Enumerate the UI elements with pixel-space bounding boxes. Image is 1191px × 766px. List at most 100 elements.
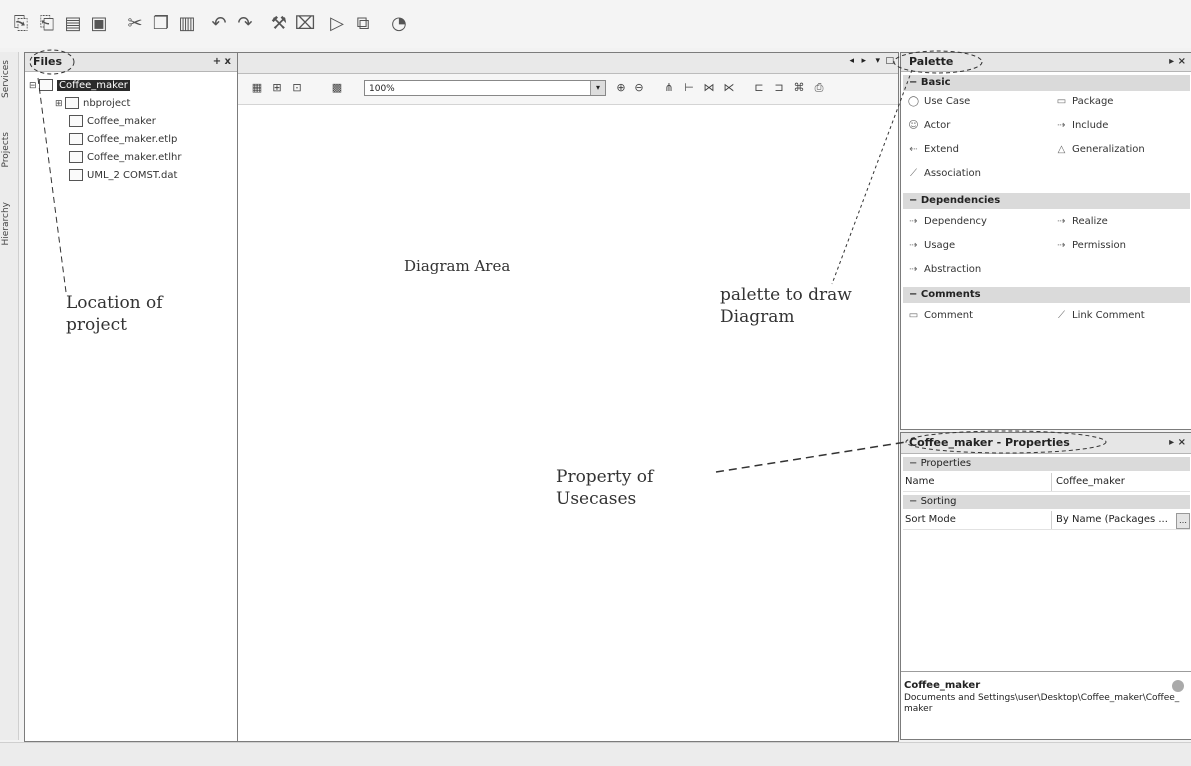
diagram-canvas[interactable] xyxy=(238,105,898,741)
property-description: Coffee_maker Documents and Settings\user… xyxy=(901,671,1191,717)
palette-menu-icon[interactable]: ▸ × xyxy=(1169,53,1186,71)
data-file-icon xyxy=(69,169,83,181)
realize-icon: ⇢ xyxy=(1057,215,1066,227)
palette-item-label: Use Case xyxy=(924,96,971,107)
annotation-text: Property of xyxy=(556,467,654,487)
palette-item-abstraction[interactable]: ⇢ Abstraction xyxy=(907,263,981,277)
scroll-tabs-left-icon[interactable]: ◂ xyxy=(849,56,854,66)
palette-item-label: Usage xyxy=(924,240,956,251)
palette-item-extend[interactable]: ⇠ Extend xyxy=(907,143,959,157)
pan-icon[interactable]: ⊞ xyxy=(270,81,284,95)
properties-menu-icon[interactable]: ▸ × xyxy=(1169,433,1186,453)
palette-item-use-case[interactable]: ◯ Use Case xyxy=(907,95,970,109)
property-value[interactable]: Coffee_maker xyxy=(1051,473,1190,491)
files-panel-title[interactable]: Files xyxy=(33,55,62,68)
undo-icon[interactable]: ↶ xyxy=(208,14,230,34)
diagram-editor: ◂ ▸ ▾ □ ▦ ⊞ ⊡ ▩ 100% ▾ ⊕ ⊖ ⋔ ⊢ ⋈ ⋉ ⊏ ⊐ ⌘… xyxy=(237,52,899,742)
redo-icon[interactable]: ↷ xyxy=(234,14,256,34)
palette-item-actor[interactable]: ☺ Actor xyxy=(907,119,950,133)
tree-item-diagram[interactable]: Coffee_maker xyxy=(69,115,156,129)
zoom-out-icon[interactable]: ⊖ xyxy=(632,81,646,95)
tree-item-nbproject[interactable]: ⊞ nbproject xyxy=(55,97,130,111)
layout-incremental-icon[interactable]: ⋉ xyxy=(722,81,736,95)
palette-item-package[interactable]: ▭ Package xyxy=(1055,95,1114,109)
zoom-in-icon[interactable]: ⊕ xyxy=(614,81,628,95)
profile-icon[interactable]: ◔ xyxy=(388,14,410,34)
property-row-sort-mode[interactable]: Sort Mode By Name (Packages ... … xyxy=(903,511,1190,530)
cut-icon[interactable]: ✂ xyxy=(124,14,146,34)
tree-item-label: Coffee_maker.etlhr xyxy=(87,152,182,163)
properties-section[interactable]: − Properties xyxy=(903,457,1190,471)
sorting-section[interactable]: − Sorting xyxy=(903,495,1190,509)
palette-item-comment[interactable]: ▭ Comment xyxy=(907,309,973,323)
tree-item-dat[interactable]: UML_2 COMST.dat xyxy=(69,169,177,183)
layout-orthogonal-icon[interactable]: ⊢ xyxy=(682,81,696,95)
save-all-icon[interactable]: ▣ xyxy=(88,14,110,34)
tree-item-project-root[interactable]: ⊟ Coffee_maker xyxy=(29,79,130,93)
layout-symmetric-icon[interactable]: ⋈ xyxy=(702,81,716,95)
properties-panel: Coffee_maker - Properties ▸ × − Properti… xyxy=(900,432,1191,740)
tab-list-icon[interactable]: ▾ xyxy=(875,56,880,66)
layout-hierarchical-icon[interactable]: ⋔ xyxy=(662,81,676,95)
palette-header[interactable]: Palette ▸ × xyxy=(901,53,1191,72)
collapse-icon[interactable]: ⊟ xyxy=(29,79,37,93)
paste-icon[interactable]: ▥ xyxy=(176,14,198,34)
scroll-tabs-right-icon[interactable]: ▸ xyxy=(861,56,866,66)
expand-icon[interactable]: ⊞ xyxy=(55,97,63,111)
annotation-palette: palette to draw Diagram xyxy=(720,284,852,328)
palette-item-dependency[interactable]: ⇢ Dependency xyxy=(907,215,987,229)
property-row-name[interactable]: Name Coffee_maker xyxy=(903,473,1190,492)
palette-item-link-comment[interactable]: ⟋ Link Comment xyxy=(1055,309,1145,323)
new-file-icon[interactable]: ⎘ xyxy=(10,14,32,34)
palette-item-usage[interactable]: ⇢ Usage xyxy=(907,239,955,253)
align-icon[interactable]: ⊏ xyxy=(752,81,766,95)
diagram-file-icon xyxy=(69,115,83,127)
palette-category-basic[interactable]: − Basic xyxy=(903,75,1190,91)
palette-item-include[interactable]: ⇢ Include xyxy=(1055,119,1108,133)
export-image-icon[interactable]: ⎙ xyxy=(812,81,826,95)
services-tab[interactable]: Services xyxy=(1,60,15,98)
palette-item-realize[interactable]: ⇢ Realize xyxy=(1055,215,1107,229)
run-icon[interactable]: ▷ xyxy=(326,14,348,34)
distribute-icon[interactable]: ⊐ xyxy=(772,81,786,95)
chevron-down-icon[interactable]: ▾ xyxy=(590,81,605,95)
ellipsis-button[interactable]: … xyxy=(1176,513,1190,529)
category-label: Comments xyxy=(920,289,981,300)
permission-icon: ⇢ xyxy=(1057,239,1066,251)
marquee-icon[interactable]: ⊡ xyxy=(290,81,304,95)
hierarchy-tab[interactable]: Hierarchy xyxy=(1,202,15,246)
annotation-text: project xyxy=(66,315,127,335)
help-icon[interactable] xyxy=(1172,680,1184,692)
files-panel-controls[interactable]: + x xyxy=(213,53,231,71)
tree-item-etlp[interactable]: Coffee_maker.etlp xyxy=(69,133,177,147)
generalization-icon: △ xyxy=(1057,143,1066,155)
tree-item-etlhr[interactable]: Coffee_maker.etlhr xyxy=(69,151,181,165)
palette-item-permission[interactable]: ⇢ Permission xyxy=(1055,239,1126,253)
palette-item-association[interactable]: ⟋ Association xyxy=(907,167,981,181)
palette-category-dependencies[interactable]: − Dependencies xyxy=(903,193,1190,209)
projects-tab[interactable]: Projects xyxy=(1,132,15,167)
palette-category-comments[interactable]: − Comments xyxy=(903,287,1190,303)
select-icon[interactable]: ▦ xyxy=(250,81,264,95)
zoom-combo[interactable]: 100% ▾ xyxy=(364,80,606,96)
new-project-icon[interactable]: ⎗ xyxy=(36,14,58,34)
overview-icon[interactable]: ⌘ xyxy=(792,81,806,95)
open-project-icon[interactable]: ▤ xyxy=(62,14,84,34)
palette-item-label: Abstraction xyxy=(924,264,982,275)
maximize-icon[interactable]: □ xyxy=(885,56,894,66)
palette-title[interactable]: Palette xyxy=(909,55,953,68)
properties-header[interactable]: Coffee_maker - Properties ▸ × xyxy=(901,433,1191,454)
debug-icon[interactable]: ⧉ xyxy=(352,14,374,34)
properties-title[interactable]: Coffee_maker - Properties xyxy=(909,436,1070,449)
files-panel-header[interactable]: Files + x xyxy=(25,53,237,72)
palette-item-generalization[interactable]: △ Generalization xyxy=(1055,143,1145,157)
clean-build-icon[interactable]: ⌧ xyxy=(294,14,316,34)
copy-icon[interactable]: ❐ xyxy=(150,14,172,34)
property-value[interactable]: By Name (Packages ... xyxy=(1051,511,1176,529)
palette-item-label: Permission xyxy=(1072,240,1126,251)
fit-icon[interactable]: ▩ xyxy=(330,81,344,95)
side-tab-strip: Services Projects Hierarchy xyxy=(0,52,19,740)
actor-icon: ☺ xyxy=(908,119,919,131)
build-icon[interactable]: ⚒ xyxy=(268,14,290,34)
usage-icon: ⇢ xyxy=(909,239,918,251)
